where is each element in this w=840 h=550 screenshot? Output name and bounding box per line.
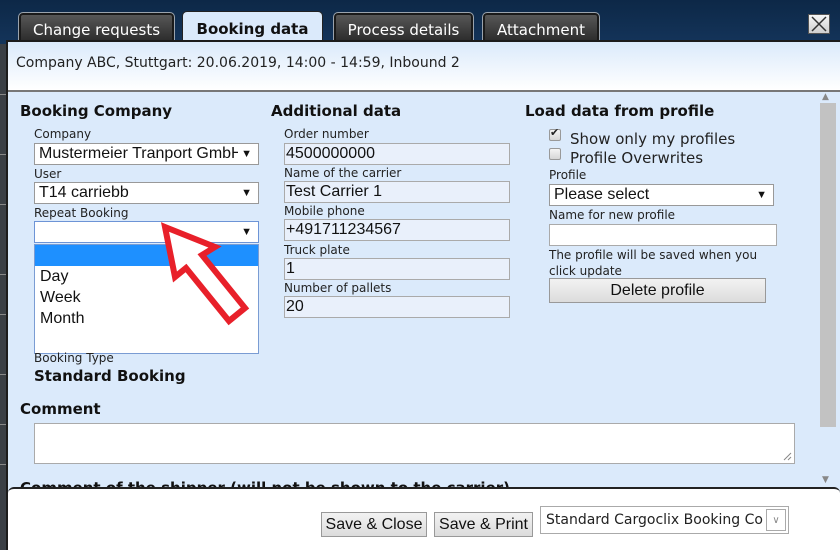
tab-attachment[interactable]: Attachment	[482, 12, 600, 42]
company-label: Company	[34, 127, 92, 141]
order-number-input[interactable]: 4500000000	[284, 143, 510, 165]
print-template-select[interactable]: Standard Cargoclix Booking Confirmation …	[540, 506, 789, 534]
user-select[interactable]: T14 carriebb ▼	[34, 182, 259, 204]
profile-save-hint: The profile will be saved when you click…	[549, 248, 758, 278]
scroll-up-icon[interactable]: ▲	[822, 92, 829, 102]
repeat-booking-label: Repeat Booking	[34, 206, 129, 220]
carrier-name-label: Name of the carrier	[284, 166, 402, 180]
form-scrollbar[interactable]: ▲ ▼	[816, 92, 840, 487]
booking-header: Company ABC, Stuttgart: 20.06.2019, 14:0…	[8, 42, 840, 92]
booking-summary: Company ABC, Stuttgart: 20.06.2019, 14:0…	[16, 55, 460, 71]
chevron-down-icon: ▼	[241, 148, 252, 160]
mobile-phone-label: Mobile phone	[284, 204, 365, 218]
annotation-arrow	[160, 222, 250, 326]
close-icon	[811, 16, 827, 32]
comment-textarea[interactable]	[34, 423, 795, 464]
profile-select[interactable]: Please select ▼	[549, 184, 774, 206]
carrier-name-input[interactable]: Test Carrier 1	[284, 181, 510, 203]
booking-type-value: Standard Booking	[34, 367, 186, 385]
profile-overwrites-checkbox[interactable]	[549, 148, 561, 160]
order-number-label: Order number	[284, 127, 369, 141]
delete-profile-button[interactable]: Delete profile	[549, 278, 766, 303]
save-close-button[interactable]: Save & Close	[321, 512, 427, 537]
scrollbar-thumb[interactable]	[820, 103, 836, 427]
profile-heading: Load data from profile	[525, 102, 715, 120]
scroll-down-icon[interactable]: ▼	[822, 475, 829, 485]
pallets-input[interactable]: 20	[284, 296, 510, 318]
chevron-down-icon: ▼	[756, 189, 767, 201]
resize-handle-icon[interactable]	[782, 451, 792, 461]
additional-data-heading: Additional data	[271, 102, 402, 120]
booking-dialog: Company ABC, Stuttgart: 20.06.2019, 14:0…	[6, 40, 840, 550]
check-icon: ✔	[550, 126, 560, 139]
profile-overwrites-label: Profile Overwrites	[570, 149, 704, 167]
truck-plate-input[interactable]: 1	[284, 258, 510, 280]
dialog-footer: Save & Close Save & Print Standard Cargo…	[8, 487, 840, 550]
show-only-my-profiles-label: Show only my profiles	[570, 130, 736, 148]
chevron-down-icon: ∨	[766, 509, 786, 531]
close-button[interactable]	[808, 14, 830, 34]
profile-label: Profile	[549, 168, 587, 182]
save-print-button[interactable]: Save & Print	[434, 512, 533, 537]
tab-process-details[interactable]: Process details	[333, 12, 474, 42]
new-profile-name-input[interactable]	[549, 224, 777, 246]
new-profile-name-label: Name for new profile	[549, 208, 676, 222]
mobile-phone-input[interactable]: +491711234567	[284, 219, 510, 241]
booking-form: Booking Company Company Mustermeier Tran…	[8, 92, 816, 487]
truck-plate-label: Truck plate	[284, 243, 350, 257]
comment-heading: Comment	[20, 400, 101, 418]
tab-change-requests[interactable]: Change requests	[18, 12, 175, 42]
pallets-label: Number of pallets	[284, 281, 392, 295]
shipper-comment-heading: Comment of the shipper (will not be show…	[20, 479, 510, 487]
show-only-my-profiles-checkbox[interactable]: ✔	[549, 126, 561, 141]
booking-company-heading: Booking Company	[20, 102, 173, 120]
tab-booking-data[interactable]: Booking data	[182, 11, 323, 43]
chevron-down-icon: ▼	[241, 187, 252, 199]
booking-type-label: Booking Type	[34, 351, 114, 365]
user-label: User	[34, 167, 62, 181]
company-select[interactable]: Mustermeier Tranport GmbH ▼	[34, 143, 259, 165]
